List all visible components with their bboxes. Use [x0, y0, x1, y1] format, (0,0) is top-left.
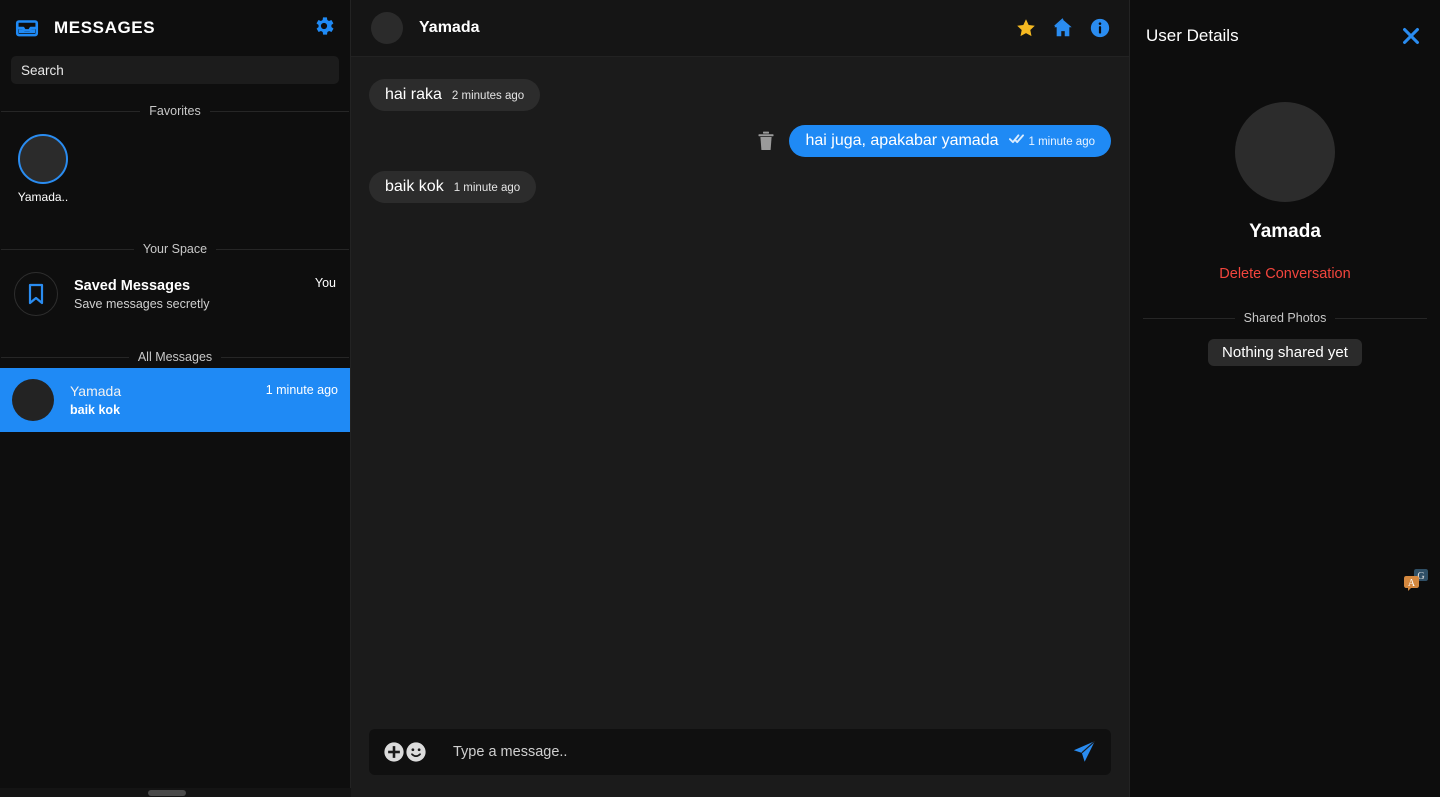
shared-photos-section: Shared Photos Nothing shared yet [1130, 311, 1440, 366]
saved-messages-text: Saved Messages Save messages secretly [74, 278, 315, 311]
all-messages-divider: All Messages [0, 350, 350, 364]
inbox-icon [14, 15, 40, 41]
saved-messages-badge: You [314, 276, 336, 290]
sidebar-header: MESSAGES [0, 0, 350, 56]
details-header: User Details [1130, 0, 1440, 72]
avatar [371, 12, 403, 44]
shared-photos-empty-state: Nothing shared yet [1208, 339, 1362, 366]
close-icon[interactable] [1400, 25, 1422, 47]
favorite-star-icon[interactable] [1015, 17, 1037, 39]
message-text: baik kok [385, 178, 444, 195]
composer-container [351, 729, 1129, 797]
avatar [12, 379, 54, 421]
search-input[interactable] [11, 56, 339, 84]
smiley-icon[interactable] [405, 741, 427, 763]
conversation-name: Yamada [70, 383, 122, 399]
home-icon[interactable] [1052, 17, 1074, 39]
avatar [1235, 102, 1335, 202]
info-icon[interactable] [1089, 17, 1111, 39]
message-composer [369, 729, 1111, 775]
message-row: hai raka 2 minutes ago [369, 79, 1111, 111]
shared-photos-divider: Shared Photos [1142, 311, 1428, 325]
message-time: 1 minute ago [453, 182, 521, 194]
svg-text:A: A [1408, 578, 1416, 589]
conversation-preview: baik kok [70, 403, 121, 417]
conversation-body: Yamada 1 minute ago baik kok [70, 383, 338, 417]
saved-messages-item[interactable]: Saved Messages Save messages secretly Yo… [0, 260, 350, 330]
message-row: hai juga, apakabar yamada 1 minute ago [369, 125, 1111, 157]
details-title: User Details [1146, 26, 1239, 45]
your-space-label: Your Space [142, 242, 208, 256]
delete-conversation-button[interactable]: Delete Conversation [1219, 266, 1350, 282]
sidebar: MESSAGES Favorites Yamada.. Your Space [0, 0, 351, 797]
favorite-name: Yamada.. [17, 190, 69, 204]
chat-header-actions [1015, 17, 1111, 39]
shared-photos-label: Shared Photos [1243, 311, 1327, 325]
sidebar-title: MESSAGES [54, 18, 156, 37]
search-container [0, 56, 350, 84]
message-text: hai raka [385, 86, 442, 103]
message-row: baik kok 1 minute ago [369, 171, 1111, 203]
message-bubble-incoming[interactable]: hai raka 2 minutes ago [369, 79, 541, 111]
scrollbar-thumb[interactable] [148, 790, 186, 796]
favorites-label: Favorites [149, 104, 201, 118]
user-details-panel: User Details Yamada Delete Conversation … [1130, 0, 1440, 797]
message-time: 1 minute ago [1028, 136, 1096, 148]
saved-messages-subtitle: Save messages secretly [74, 296, 210, 311]
message-input[interactable] [453, 744, 1071, 760]
avatar [18, 134, 68, 184]
trash-icon[interactable] [757, 131, 775, 151]
your-space-divider: Your Space [0, 242, 350, 256]
message-bubble-incoming[interactable]: baik kok 1 minute ago [369, 171, 537, 203]
gear-icon[interactable] [312, 14, 336, 43]
all-messages-label: All Messages [137, 350, 213, 364]
details-profile: Yamada Delete Conversation [1130, 72, 1440, 283]
favorites-list: Yamada.. [0, 122, 350, 222]
message-time: 2 minutes ago [451, 90, 525, 102]
conversation-time: 1 minute ago [265, 383, 338, 397]
messaging-app: MESSAGES Favorites Yamada.. Your Space [0, 0, 1440, 797]
message-bubble-outgoing[interactable]: hai juga, apakabar yamada 1 minute ago [789, 125, 1111, 157]
favorite-item[interactable]: Yamada.. [14, 134, 72, 204]
favorites-divider: Favorites [0, 104, 350, 118]
bookmark-icon [14, 272, 58, 316]
message-list: hai raka 2 minutes ago hai juga, apakaba… [351, 57, 1129, 729]
translate-extension-icon[interactable]: G A [1401, 566, 1431, 596]
send-icon[interactable] [1071, 739, 1097, 765]
message-text: hai juga, apakabar yamada [805, 132, 999, 149]
chat-header: Yamada [351, 0, 1129, 57]
read-receipt-icon [1008, 132, 1025, 145]
saved-messages-title: Saved Messages [74, 277, 191, 294]
conversation-item-yamada[interactable]: Yamada 1 minute ago baik kok [0, 368, 350, 432]
sidebar-horizontal-scrollbar[interactable] [0, 788, 351, 797]
conversation-list: Yamada 1 minute ago baik kok [0, 368, 350, 797]
chat-contact-name: Yamada [419, 19, 480, 36]
plus-circle-icon[interactable] [383, 741, 405, 763]
details-user-name: Yamada [1249, 221, 1321, 242]
chat-panel: Yamada hai raka 2 minutes ago hai juga, … [351, 0, 1130, 797]
